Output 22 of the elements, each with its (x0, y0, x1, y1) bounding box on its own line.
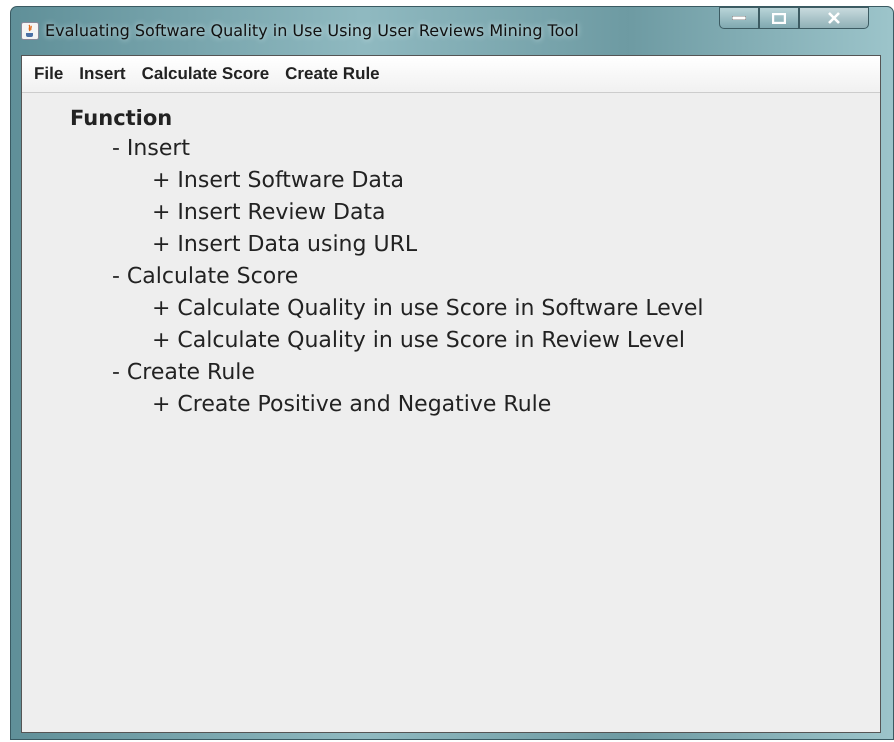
function-list-item: + Create Positive and Negative Rule (152, 392, 552, 416)
menu-item[interactable]: Insert (71, 60, 134, 88)
menu-item[interactable]: Calculate Score (134, 60, 278, 88)
function-list-item: - Calculate Score (112, 264, 298, 288)
section-heading: Function (70, 104, 174, 132)
close-button[interactable] (799, 7, 869, 29)
function-list-item: + Calculate Quality in use Score in Review Level (152, 328, 685, 352)
menu-item[interactable]: File (26, 60, 72, 88)
minimize-button[interactable] (719, 7, 759, 29)
function-list-item: + Insert Software Data (152, 168, 404, 192)
function-list-item: - Create Rule (112, 360, 255, 384)
menu-item[interactable]: Create Rule (277, 60, 388, 88)
java-cup-icon (21, 22, 39, 40)
function-list-item: + Insert Review Data (152, 200, 386, 224)
function-list-item: - Insert (112, 136, 190, 160)
function-list-item: + Calculate Quality in use Score in Software Level (152, 296, 704, 320)
maximize-icon (772, 12, 786, 24)
window-title: Evaluating Software Quality in Use Using User Reviews Mining Tool (45, 20, 579, 42)
function-list-item: + Insert Data using URL (152, 232, 418, 256)
maximize-button[interactable] (759, 7, 799, 29)
minimize-icon (732, 16, 746, 20)
close-icon (827, 12, 841, 24)
